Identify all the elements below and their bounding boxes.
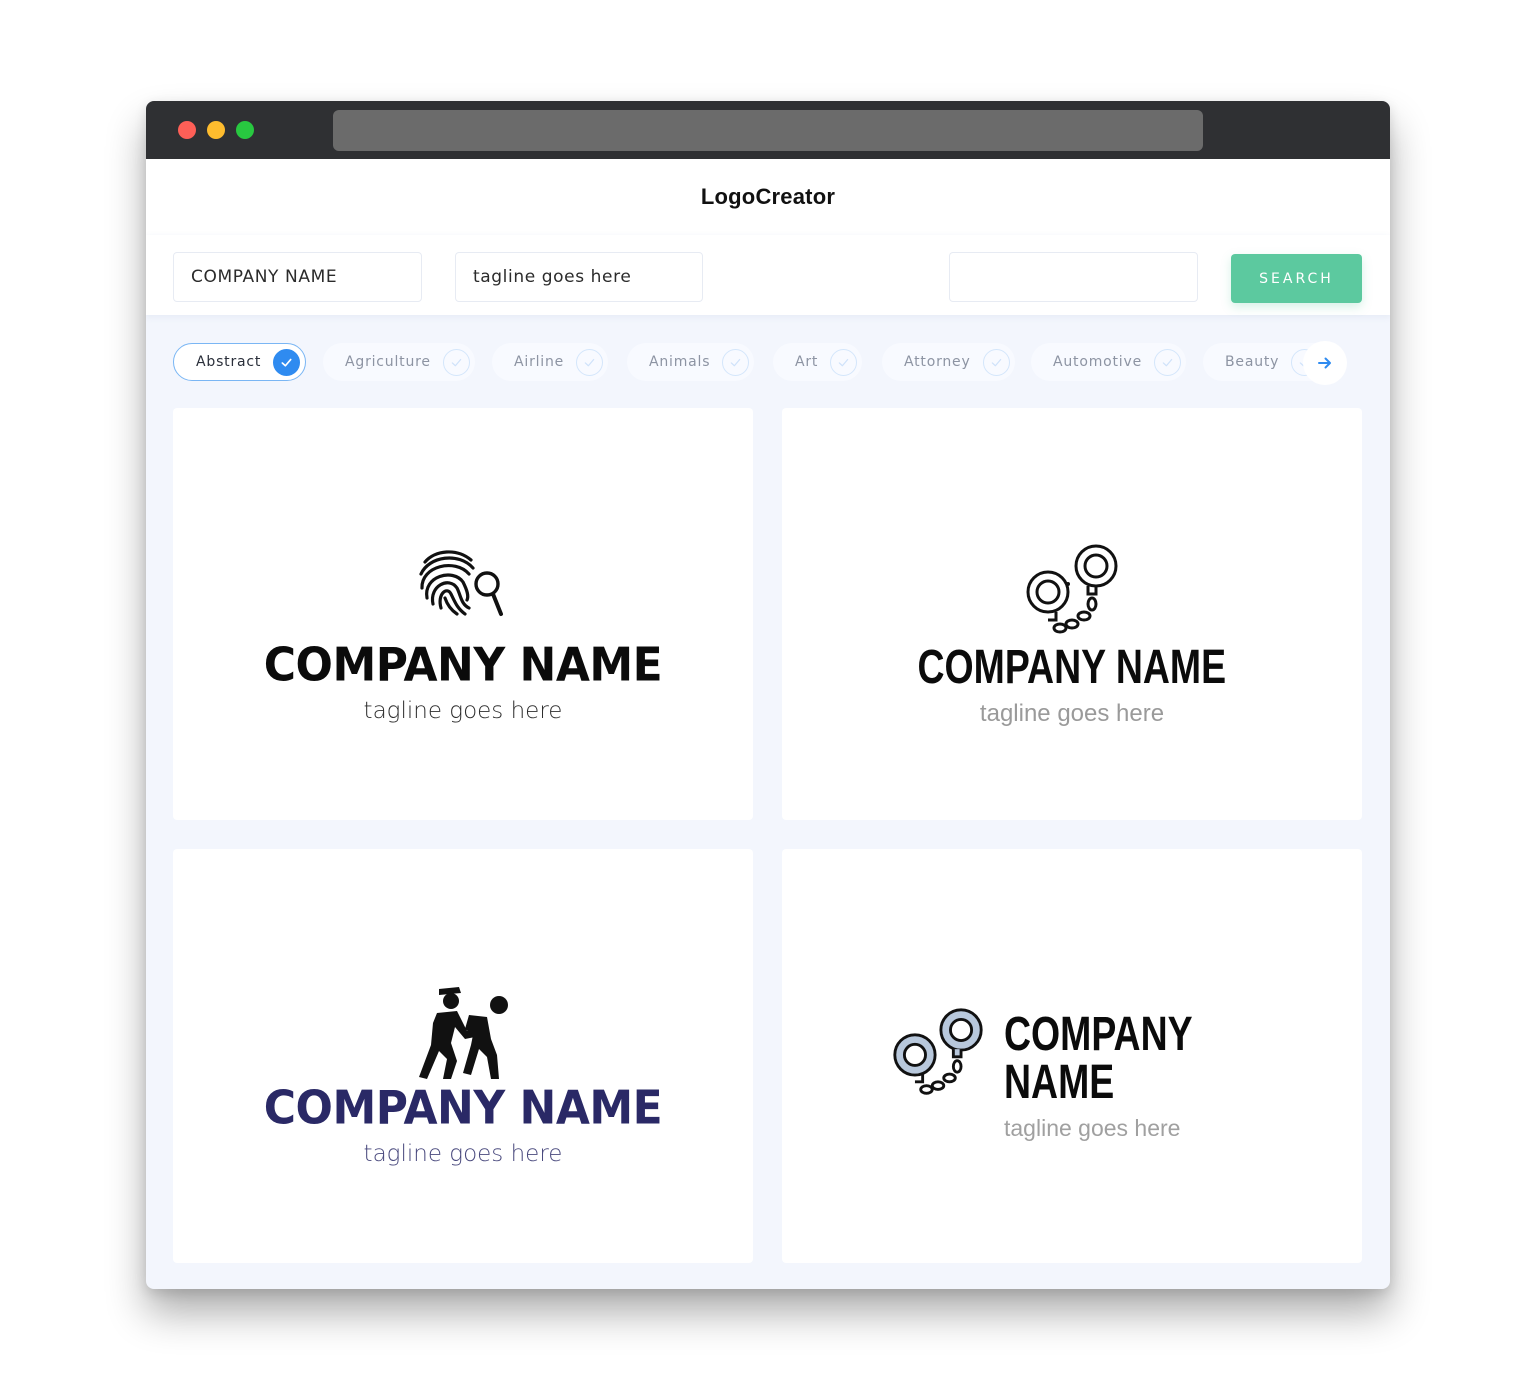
logo-company-name: COMPANY NAME: [263, 638, 663, 693]
logo-tagline: tagline goes here: [363, 698, 563, 724]
check-icon: [982, 348, 1010, 376]
category-chip-art[interactable]: Art: [773, 343, 863, 381]
category-label: Abstract: [196, 354, 262, 370]
search-bar: COMPANY NAME tagline goes here SEARCH: [146, 235, 1390, 315]
category-label: Attorney: [904, 354, 971, 370]
check-icon: [1154, 348, 1181, 376]
logo-card[interactable]: COMPANY NAME tagline goes here: [173, 849, 753, 1263]
category-label: Art: [795, 354, 819, 370]
category-label: Agriculture: [345, 354, 431, 370]
check-icon: [722, 348, 750, 376]
check-icon: [576, 348, 604, 376]
logo-company-name: COMPANY NAME: [263, 1081, 663, 1136]
category-chip-automotive[interactable]: Automotive: [1031, 343, 1186, 381]
keyword-input[interactable]: [949, 252, 1198, 302]
category-chip-animals[interactable]: Animals: [627, 343, 755, 381]
address-bar[interactable]: [333, 110, 1203, 151]
app-header: LogoCreator: [146, 159, 1390, 235]
title-bar: [146, 101, 1390, 159]
police-arrest-icon: [419, 987, 508, 1079]
arrow-right-icon: [1318, 357, 1331, 369]
app-title: LogoCreator: [700, 184, 836, 209]
logo-tagline: tagline goes here: [363, 1141, 563, 1167]
tagline-input[interactable]: tagline goes here: [455, 252, 703, 302]
category-label: Beauty: [1225, 354, 1280, 370]
logo-card[interactable]: COMPANY NAME tagline goes here: [782, 408, 1362, 820]
logo-card[interactable]: COMPANY NAME tagline goes here: [782, 849, 1362, 1263]
browser-window: LogoCreator COMPANY NAME tagline goes he…: [146, 101, 1390, 1289]
logo-tagline: tagline goes here: [1004, 1115, 1181, 1141]
logo-tagline: tagline goes here: [979, 700, 1165, 727]
category-chip-attorney[interactable]: Attorney: [882, 343, 1015, 381]
logo-card[interactable]: COMPANY NAME tagline goes here: [173, 408, 753, 820]
category-label: Automotive: [1053, 354, 1142, 370]
category-label: Animals: [649, 354, 711, 370]
handcuffs-colored-icon: [893, 1008, 983, 1095]
search-button[interactable]: SEARCH: [1231, 254, 1362, 303]
check-icon: [273, 348, 301, 376]
logo-company-name: COMPANY NAME: [1004, 1008, 1192, 1109]
close-window-button[interactable]: [178, 121, 196, 139]
next-categories-button[interactable]: [1303, 341, 1347, 385]
category-chip-abstract[interactable]: Abstract: [173, 343, 307, 381]
minimize-window-button[interactable]: [207, 121, 225, 139]
check-icon: [442, 348, 470, 376]
handcuffs-outline-icon: [1026, 544, 1118, 634]
category-label: Airline: [514, 354, 565, 370]
category-chip-airline[interactable]: Airline: [492, 343, 609, 381]
category-chip-agriculture[interactable]: Agriculture: [323, 343, 475, 381]
check-icon: [830, 348, 858, 376]
maximize-window-button[interactable]: [236, 121, 254, 139]
category-filter-row: Abstract Agriculture Airline Animals Art: [146, 341, 1390, 385]
company-name-input[interactable]: COMPANY NAME: [173, 252, 422, 302]
fingerprint-magnifier-icon: [419, 550, 503, 616]
logo-company-name: COMPANY NAME: [917, 641, 1227, 694]
